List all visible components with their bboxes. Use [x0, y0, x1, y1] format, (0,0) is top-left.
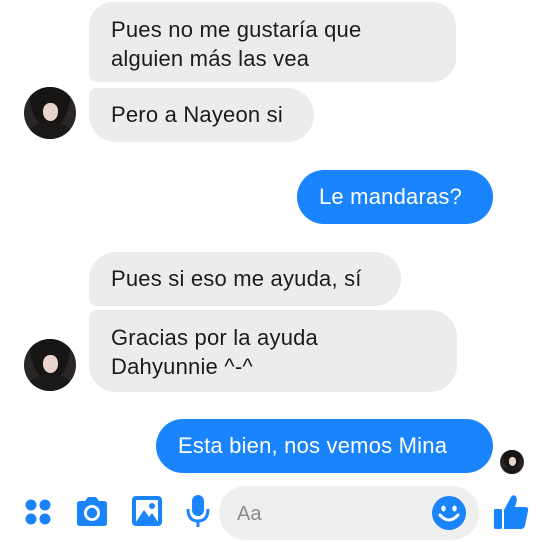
incoming-message[interactable]: Gracias por la ayuda Dahyunnie ^-^ [89, 310, 457, 392]
message-composer[interactable] [219, 486, 479, 542]
camera-icon[interactable] [74, 496, 110, 528]
outgoing-message[interactable]: Le mandaras? [297, 170, 493, 224]
incoming-message[interactable]: Pero a Nayeon si [89, 88, 314, 142]
message-input[interactable] [219, 486, 439, 542]
seen-indicator-avatar [500, 450, 524, 474]
microphone-icon[interactable] [186, 494, 210, 528]
apps-grid-icon[interactable] [24, 498, 52, 526]
contact-avatar[interactable] [24, 87, 76, 139]
contact-avatar[interactable] [24, 339, 76, 391]
thumbs-up-icon[interactable] [492, 493, 530, 531]
image-gallery-icon[interactable] [131, 495, 163, 527]
outgoing-message[interactable]: Esta bien, nos vemos Mina [156, 419, 493, 473]
incoming-message[interactable]: Pues si eso me ayuda, sí [89, 252, 401, 306]
incoming-message[interactable]: Pues no me gustaría que alguien más las … [89, 2, 456, 82]
emoji-icon[interactable] [431, 495, 467, 531]
